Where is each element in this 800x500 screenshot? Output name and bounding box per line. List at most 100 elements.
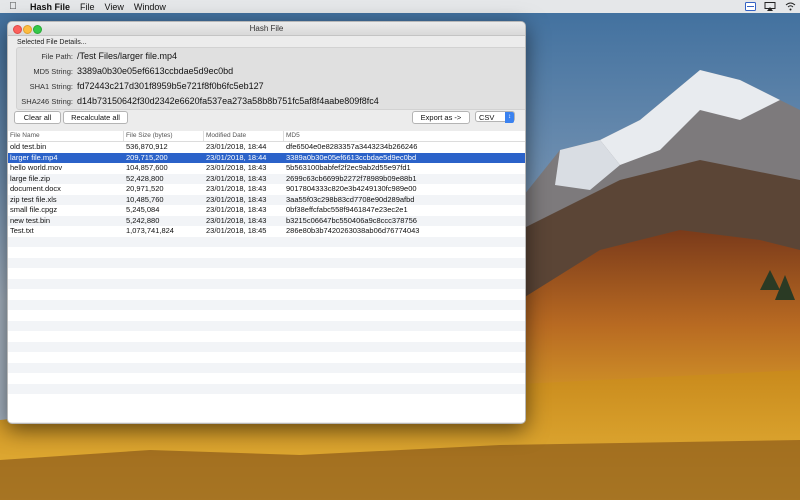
file-name-cell: large file.zip — [10, 173, 51, 183]
column-header-modified-date[interactable]: Modified Date — [204, 131, 284, 141]
empty-table-row — [8, 289, 525, 300]
sha1-row: SHA1 String: fd72443c217d301f8959b5e721f… — [17, 80, 264, 92]
file-size-cell: 5,245,084 — [126, 205, 160, 214]
file-size-cell: 52,428,800 — [126, 173, 164, 183]
file-size-cell: 1,073,741,824 — [126, 226, 174, 235]
file-name-cell: zip test file.xls — [10, 194, 57, 204]
md5-label: MD5 String: — [33, 66, 73, 76]
file-name-cell: Test.txt — [10, 226, 34, 235]
file-path-label: File Path: — [41, 51, 73, 61]
file-name-cell: old test.bin — [10, 142, 47, 151]
input-source-icon[interactable] — [744, 2, 756, 12]
wifi-icon[interactable] — [784, 2, 796, 12]
empty-table-row — [8, 373, 525, 384]
modified-date-cell: 23/01/2018, 18:44 — [206, 152, 267, 162]
apple-menu-icon[interactable]:  — [0, 1, 26, 12]
table-header: File Name File Size (bytes) Modified Dat… — [8, 131, 525, 142]
file-name-cell: new test.bin — [10, 215, 51, 225]
file-name-cell: larger file.mp4 — [10, 152, 58, 162]
minimize-window-button[interactable] — [23, 25, 32, 34]
table-body: old test.bin 536,870,912 23/01/2018, 18:44… — [8, 142, 525, 405]
details-section-title: Selected File Details... — [17, 39, 87, 46]
table-row[interactable]: old test.bin 536,870,912 23/01/2018, 18:44… — [8, 142, 525, 153]
modified-date-cell: 23/01/2018, 18:45 — [206, 226, 267, 235]
modified-date-cell: 23/01/2018, 18:44 — [206, 142, 267, 151]
empty-table-row — [8, 331, 525, 342]
modified-date-cell: 23/01/2018, 18:43 — [206, 205, 267, 214]
empty-table-row — [8, 362, 525, 373]
window-title: Hash File — [249, 24, 284, 33]
sha1-value: fd72443c217d301f8959b5e721f8f0b6fc5eb127 — [77, 81, 264, 91]
modified-date-cell: 23/01/2018, 18:43 — [206, 184, 267, 193]
empty-table-row — [8, 341, 525, 352]
menu-window[interactable]: Window — [134, 2, 166, 12]
export-format-value: CSV — [479, 113, 495, 122]
file-size-cell: 536,870,912 — [126, 142, 168, 151]
modified-date-cell: 23/01/2018, 18:43 — [206, 215, 267, 225]
table-row[interactable]: large file.zip 52,428,800 23/01/2018, 18:4… — [8, 173, 525, 184]
md5-cell: 3aa55f03c298b83cd7708e90d289afbd — [286, 194, 415, 204]
column-header-file-size[interactable]: File Size (bytes) — [124, 131, 204, 141]
file-name-cell: small file.cpgz — [10, 205, 58, 214]
table-row[interactable]: larger file.mp4 209,715,200 23/01/2018, 18… — [8, 152, 525, 163]
empty-table-row — [8, 247, 525, 258]
md5-cell: dfe6504e0e8283357a3443234b266246 — [286, 142, 418, 151]
table-row[interactable]: new test.bin 5,242,880 23/01/2018, 18:43 b3… — [8, 215, 525, 226]
table-row[interactable]: Test.txt 1,073,741,824 23/01/2018, 18:45 28… — [8, 226, 525, 237]
table-row[interactable]: small file.cpgz 5,245,084 23/01/2018, 18:4… — [8, 205, 525, 216]
modified-date-cell: 23/01/2018, 18:43 — [206, 194, 267, 204]
file-path-row: File Path: /Test Files/larger file.mp4 — [17, 50, 177, 62]
sha256-label: SHA246 String: — [21, 96, 73, 106]
menu-file[interactable]: File — [80, 2, 95, 12]
hash-file-window: Hash File Selected File Details... File … — [7, 21, 526, 424]
md5-cell: 0bf38effcfabc558f9461847e23ec2e1 — [286, 205, 408, 214]
export-as-button[interactable]: Export as -> — [412, 111, 470, 124]
zoom-window-button[interactable] — [33, 25, 42, 34]
file-size-cell: 104,857,600 — [126, 163, 168, 172]
menu-bar:  Hash File File View Window — [0, 0, 800, 13]
file-size-cell: 209,715,200 — [126, 152, 168, 162]
file-size-cell: 5,242,880 — [126, 215, 160, 225]
empty-table-row — [8, 257, 525, 268]
select-arrows-icon: ↕ — [505, 112, 514, 123]
column-header-file-name[interactable]: File Name — [8, 131, 124, 141]
file-path-value: /Test Files/larger file.mp4 — [77, 51, 178, 61]
empty-table-row — [8, 299, 525, 310]
modified-date-cell: 23/01/2018, 18:43 — [206, 163, 267, 172]
md5-cell: 286e80b3b7420263038ab06d76774043 — [286, 226, 420, 235]
md5-row: MD5 String: 3389a0b30e05ef6613ccbdae5d9e… — [17, 65, 233, 77]
empty-table-row — [8, 383, 525, 394]
md5-cell: 5b563100babfef2f2ec9ab2d55e97fd1 — [286, 163, 411, 172]
empty-table-row — [8, 268, 525, 279]
menu-view[interactable]: View — [105, 2, 124, 12]
empty-table-row — [8, 278, 525, 289]
md5-cell: 9017804333c820e3b4249130fc989e00 — [286, 184, 417, 193]
close-window-button[interactable] — [13, 25, 22, 34]
file-size-cell: 10,485,760 — [126, 194, 164, 204]
details-box: File Path: /Test Files/larger file.mp4 M… — [16, 47, 525, 110]
window-titlebar[interactable]: Hash File — [8, 22, 525, 36]
md5-value: 3389a0b30e05ef6613ccbdae5d9ec0bd — [77, 66, 234, 76]
md5-cell: b3215c06647bc550406a9c8ccc378756 — [286, 215, 417, 225]
files-table: File Name File Size (bytes) Modified Dat… — [8, 131, 525, 422]
clear-all-button[interactable]: Clear all — [14, 111, 61, 124]
empty-table-row — [8, 352, 525, 363]
recalculate-all-button[interactable]: Recalculate all — [63, 111, 128, 124]
empty-table-row — [8, 394, 525, 405]
file-name-cell: hello world.mov — [10, 163, 63, 172]
file-size-cell: 20,971,520 — [126, 184, 164, 193]
md5-cell: 2699c63cb6699b2272f78989b09e88b1 — [286, 173, 417, 183]
modified-date-cell: 23/01/2018, 18:43 — [206, 173, 267, 183]
app-menu[interactable]: Hash File — [30, 2, 70, 12]
status-area — [744, 0, 796, 13]
table-row[interactable]: hello world.mov 104,857,600 23/01/2018, 18… — [8, 163, 525, 174]
table-row[interactable]: document.docx 20,971,520 23/01/2018, 18:43… — [8, 184, 525, 195]
column-header-md5[interactable]: MD5 — [284, 131, 525, 141]
airplay-icon[interactable] — [764, 2, 776, 12]
empty-table-row — [8, 236, 525, 247]
export-format-select[interactable]: CSV ↕ — [475, 111, 515, 123]
file-details-panel: Selected File Details... File Path: /Tes… — [12, 37, 525, 110]
table-row[interactable]: zip test file.xls 10,485,760 23/01/2018, 1… — [8, 194, 525, 205]
file-name-cell: document.docx — [10, 184, 61, 193]
sha256-value: d14b73150642f30d2342e6620fa537ea273a58b8… — [77, 96, 379, 106]
